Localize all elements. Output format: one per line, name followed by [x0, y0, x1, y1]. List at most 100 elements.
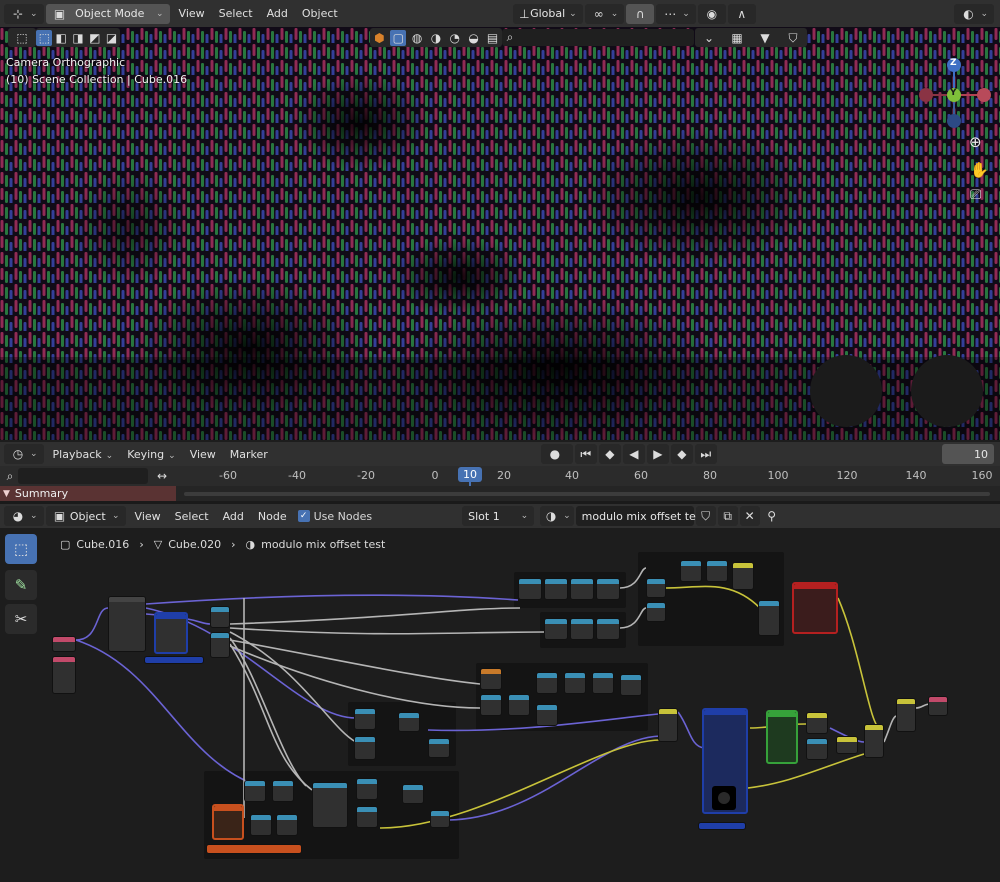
navigation-gizmo[interactable]: Z Y — [915, 55, 995, 135]
node[interactable] — [596, 618, 620, 640]
summary-track[interactable] — [176, 486, 1000, 501]
play-reverse-button[interactable]: ◀ — [622, 444, 645, 464]
node[interactable] — [212, 804, 244, 840]
menu-timeline-view[interactable]: View — [183, 448, 223, 461]
node[interactable] — [732, 562, 754, 590]
node[interactable] — [758, 600, 780, 636]
timeline-editor-type[interactable]: ◷ ⌄ — [4, 444, 44, 464]
fake-user-button[interactable]: ⛉ — [695, 506, 716, 526]
timeline-scrollbar[interactable] — [184, 492, 990, 496]
node[interactable] — [544, 578, 568, 600]
cut-links-tool-button[interactable]: ✂ — [5, 604, 37, 634]
node[interactable] — [210, 632, 230, 658]
node[interactable] — [766, 710, 798, 764]
unlink-material-button[interactable]: ✕ — [739, 506, 760, 526]
frame-ruler[interactable]: -60 -40 -20 0 10 20 40 60 80 100 120 140… — [176, 466, 1000, 508]
swap-arrows-icon[interactable]: ↔ — [154, 468, 170, 484]
node[interactable] — [698, 822, 746, 830]
jump-end-button[interactable]: ⏭ — [694, 444, 717, 464]
snap-target[interactable]: ⋯ ⌄ — [656, 3, 696, 24]
viewport-search[interactable]: ⌕ — [502, 29, 694, 46]
node[interactable] — [806, 712, 828, 734]
node[interactable] — [356, 806, 378, 828]
node[interactable] — [428, 738, 450, 758]
menu-marker[interactable]: Marker — [223, 448, 275, 461]
hand-icon[interactable]: ✋ — [970, 161, 989, 179]
node[interactable] — [706, 560, 728, 582]
slot-dropdown[interactable]: Slot 1 ⌄ — [462, 506, 535, 526]
node[interactable] — [896, 698, 916, 732]
node[interactable] — [210, 606, 230, 628]
prev-keyframe-button[interactable]: ◆ — [598, 444, 621, 464]
pin-button[interactable]: ⚲ — [762, 506, 782, 526]
viewport-right-tools[interactable]: ⌄ ▦ ▼ ⛉ — [695, 28, 807, 47]
node[interactable] — [564, 672, 586, 694]
menu-add[interactable]: Add — [260, 7, 295, 20]
active-tool-button[interactable]: ⬚ — [8, 28, 36, 47]
node[interactable] — [52, 656, 76, 694]
camera-icon[interactable]: ⎚ — [970, 187, 981, 203]
node[interactable] — [792, 582, 838, 634]
summary-row[interactable]: ▼ Summary — [0, 486, 176, 501]
snap-toggle[interactable]: ∩ — [626, 3, 655, 24]
node[interactable] — [144, 656, 204, 664]
proportional-edit[interactable]: ◉ — [697, 3, 726, 24]
mode-dropdown[interactable]: ▣ Object Mode ⌄ — [45, 3, 170, 24]
play-button[interactable]: ▶ — [646, 444, 669, 464]
node[interactable] — [570, 578, 594, 600]
select-mode-group[interactable]: ⬚ ◧ ◨ ◩ ◪ — [36, 28, 120, 47]
node[interactable] — [536, 704, 558, 726]
node[interactable] — [864, 724, 884, 758]
record-button[interactable]: ● — [540, 444, 573, 464]
node[interactable] — [354, 736, 376, 760]
menu-keying[interactable]: Keying ⌄ — [120, 448, 183, 461]
material-name-field[interactable]: modulo mix offset test — [575, 506, 706, 526]
node[interactable] — [402, 784, 424, 804]
node[interactable] — [276, 814, 298, 836]
node[interactable] — [508, 694, 530, 716]
node[interactable] — [596, 578, 620, 600]
menu-view[interactable]: View — [172, 7, 212, 20]
menu-node-view[interactable]: View — [128, 510, 168, 523]
menu-playback[interactable]: Playback ⌄ — [46, 448, 121, 461]
node[interactable] — [480, 694, 502, 716]
overlay-toolbar[interactable]: ⬢ ▢ ◍ ◑ ◔ ◒ ▤ — [370, 28, 502, 47]
node[interactable] — [244, 780, 266, 802]
select-tool-button[interactable]: ⬚ — [5, 534, 37, 564]
falloff-dropdown[interactable]: ∧ — [727, 3, 756, 24]
node[interactable] — [480, 668, 502, 690]
node[interactable] — [52, 636, 76, 652]
duplicate-material-button[interactable]: ⧉ — [717, 506, 738, 526]
node[interactable] — [272, 780, 294, 802]
editor-type-button[interactable]: ⊹ ⌄ — [4, 3, 44, 24]
node-editor-canvas[interactable]: ▢ Cube.016 › ▽ Cube.020 › ◑ modulo mix o… — [0, 528, 1000, 882]
node[interactable] — [356, 778, 378, 800]
pivot-button[interactable]: ∞ ⌄ — [584, 3, 625, 24]
shader-type-dropdown[interactable]: ▣ Object ⌄ — [45, 506, 126, 526]
search-field[interactable] — [18, 468, 148, 484]
node[interactable] — [154, 612, 188, 654]
node[interactable] — [354, 708, 376, 730]
node[interactable] — [928, 696, 948, 716]
node[interactable] — [620, 674, 642, 696]
use-nodes-toggle[interactable]: ✓ Use Nodes — [297, 510, 372, 523]
zoom-icon[interactable]: ⊕ — [969, 133, 982, 151]
node[interactable] — [312, 782, 348, 828]
menu-node-add[interactable]: Add — [216, 510, 251, 523]
menu-node[interactable]: Node — [251, 510, 294, 523]
3d-viewport[interactable]: Camera Orthographic (10) Scene Collectio… — [0, 27, 1000, 440]
node[interactable] — [658, 708, 678, 742]
menu-node-select[interactable]: Select — [168, 510, 216, 523]
node-editor-type[interactable]: ◕ ⌄ — [4, 506, 44, 526]
orientation-dropdown[interactable]: ⊥ Global ⌄ — [512, 3, 583, 24]
node[interactable] — [680, 560, 702, 582]
next-keyframe-button[interactable]: ◆ — [670, 444, 693, 464]
node[interactable] — [592, 672, 614, 694]
current-frame-field[interactable]: 10 — [942, 444, 994, 464]
node[interactable] — [430, 810, 450, 828]
node[interactable] — [398, 712, 420, 732]
menu-select[interactable]: Select — [212, 7, 260, 20]
node[interactable] — [544, 618, 568, 640]
annotate-tool-button[interactable]: ✎ — [5, 570, 37, 600]
material-browse[interactable]: ◑ ⌄ — [540, 506, 574, 526]
